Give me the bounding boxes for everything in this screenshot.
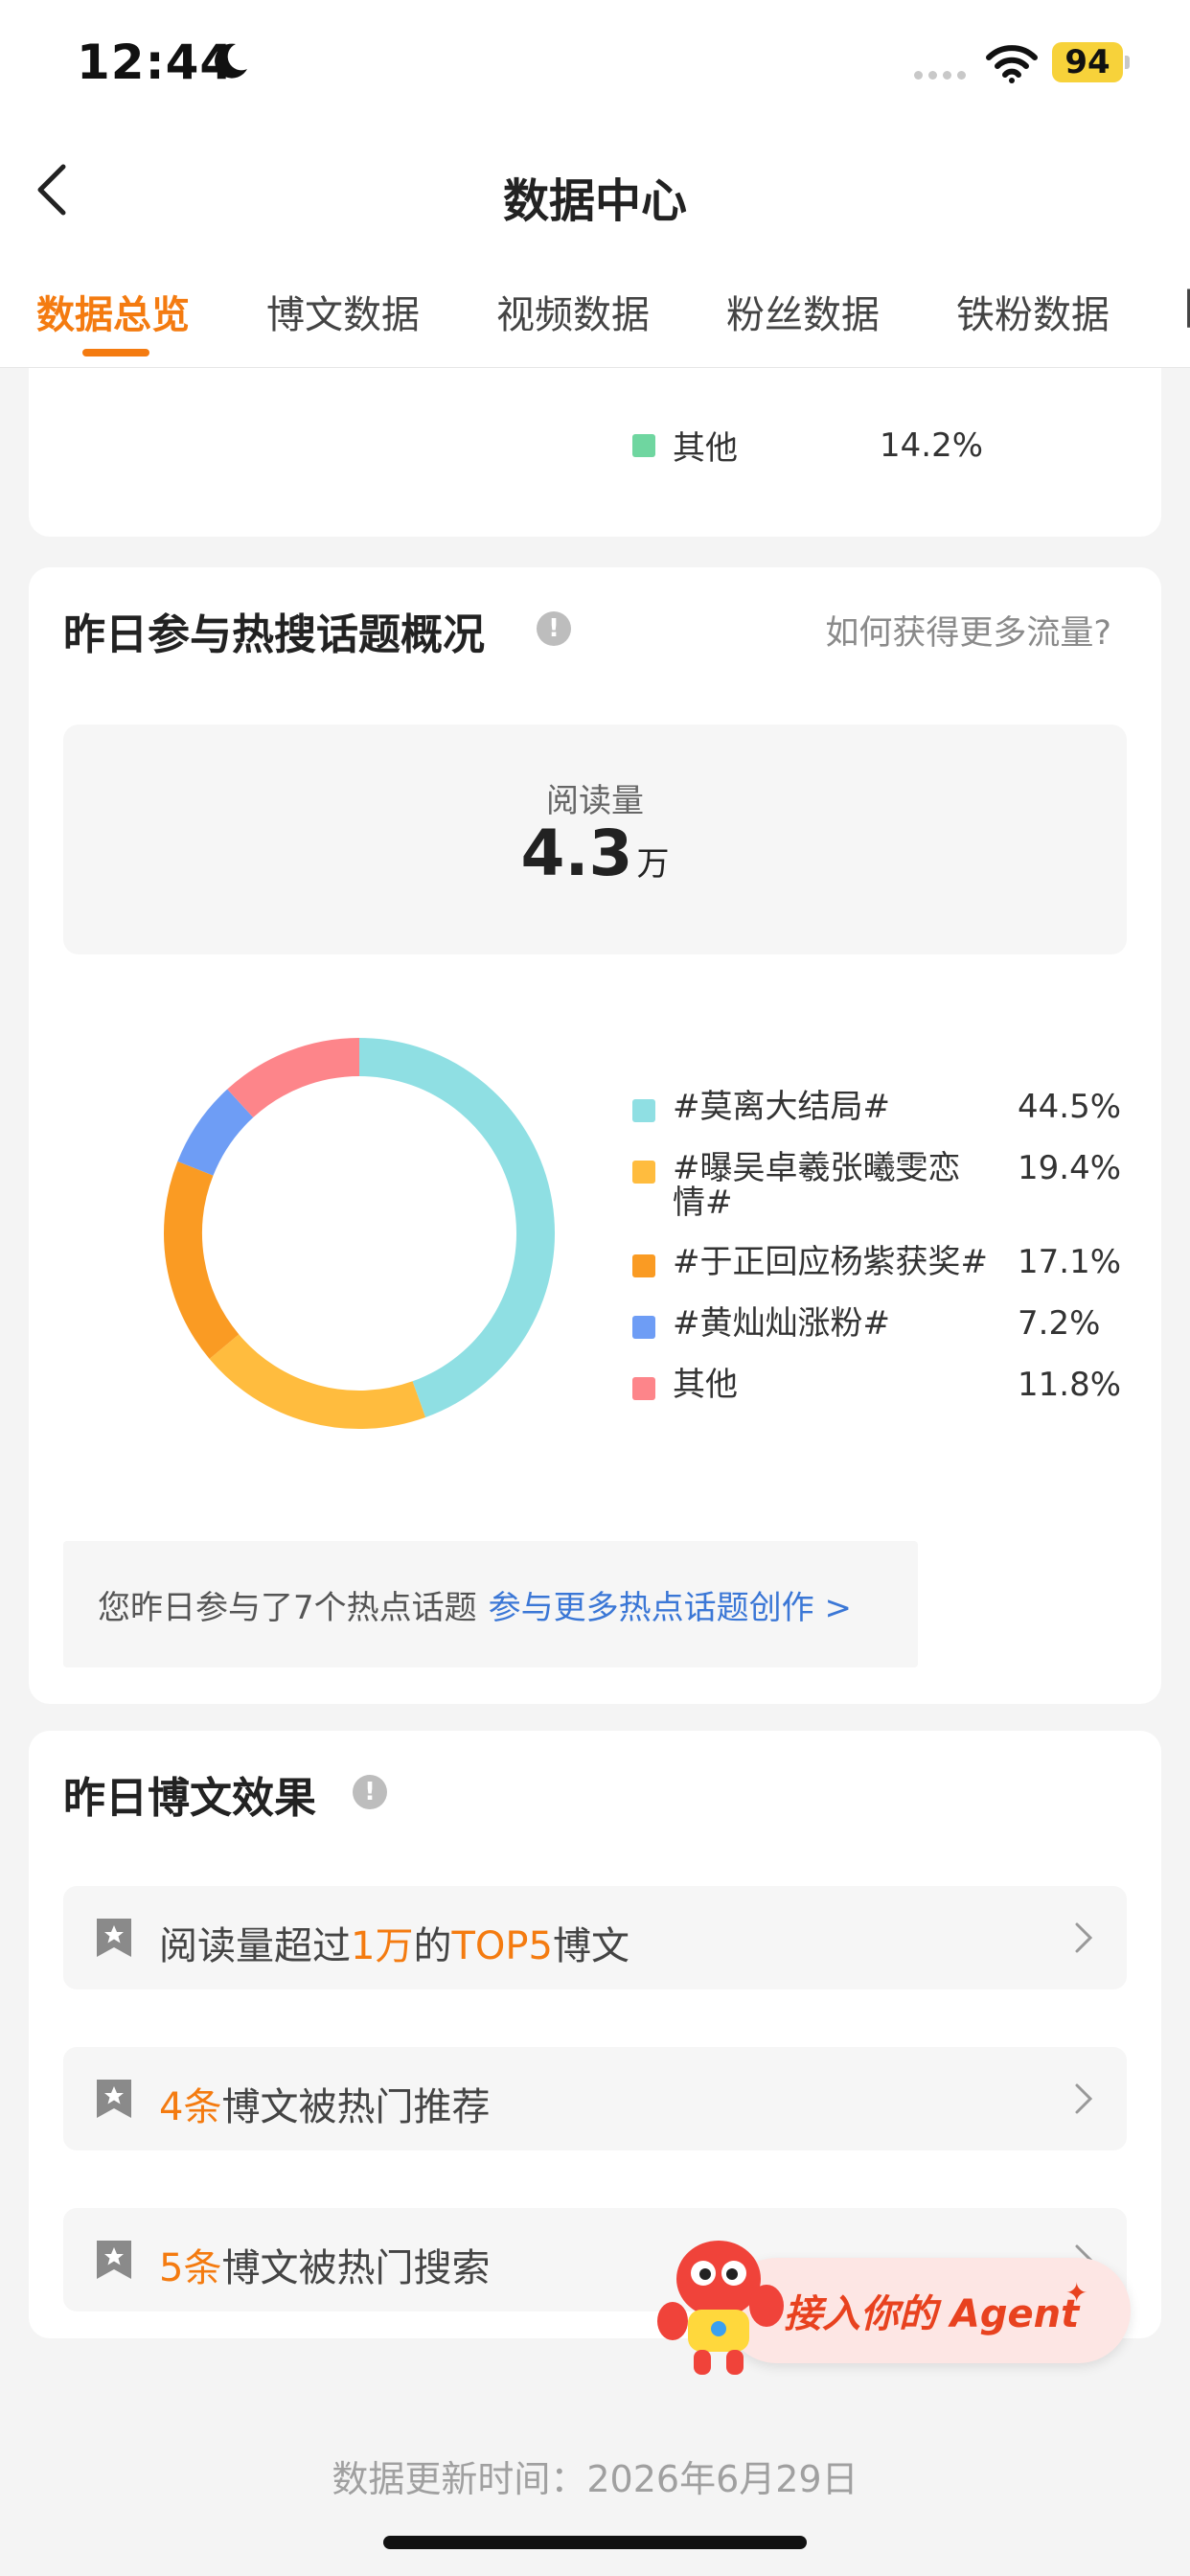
chevron-right-icon [1075, 1922, 1093, 1953]
legend-label: #黄灿灿涨粉# [673, 1306, 1018, 1341]
legend-label: #曝吴卓羲张曦雯恋 情# [673, 1151, 1018, 1220]
home-indicator [383, 2536, 807, 2549]
sparkle-icon: ✦ [1065, 2277, 1088, 2309]
donut-slice-5 [227, 1038, 360, 1118]
legend-swatch [632, 1099, 655, 1122]
legend-value: 19.4% [1018, 1149, 1122, 1187]
nav-header: 数据中心 [0, 125, 1190, 249]
info-icon[interactable]: ! [537, 611, 571, 646]
tab-post-data[interactable]: 博文数据 [266, 284, 420, 339]
legend-item-other: 其他 14.2% [632, 422, 983, 469]
text-part: 的 [413, 1924, 452, 1968]
moon-icon [215, 43, 247, 79]
post-effect-title: 昨日博文效果 [63, 1774, 316, 1823]
status-bar: 12:44 94 [0, 0, 1190, 125]
highlight-value: TOP5 [451, 1924, 553, 1968]
legend-label-line: #曝吴卓羲张曦雯恋 [673, 1149, 961, 1187]
highlight-value: 4条 [159, 2085, 222, 2129]
legend-value: 7.2% [1018, 1304, 1101, 1343]
text-part: 博文被热门搜索 [221, 2246, 491, 2290]
donut-slice-3 [164, 1161, 240, 1360]
battery-tip [1125, 56, 1130, 69]
legend-value: 14.2% [880, 426, 984, 465]
bookmark-star-icon [97, 2080, 131, 2118]
legend-swatch [632, 1254, 655, 1277]
post-effect-card: 昨日博文效果 ! 阅读量超过1万的TOP5博文 4条博文被热门推荐 5条博文被热… [29, 1731, 1161, 2338]
legend-label-line: #于正回应杨紫获奖# [673, 1243, 988, 1281]
hint-message: 您昨日参与了7个热点话题 [98, 1589, 477, 1627]
legend-label: #于正回应杨紫获奖# [673, 1245, 1018, 1279]
legend-label-line: #莫离大结局# [673, 1088, 890, 1126]
effect-item-text: 5条博文被热门搜索 [159, 2237, 490, 2292]
legend-value: 17.1% [1018, 1243, 1122, 1281]
legend-label-line: 情# [673, 1184, 733, 1222]
tab-overflow-partial[interactable]: | [1182, 284, 1190, 328]
effect-item-top5[interactable]: 阅读量超过1万的TOP5博文 [63, 1886, 1127, 1990]
hot-topics-card: 昨日参与热搜话题概况 ! 如何获得更多流量? 阅读量 4.3 万 #莫离大结局# 4… [29, 567, 1161, 1704]
legend-value: 44.5% [1018, 1088, 1122, 1126]
text-part: 阅读量超过 [159, 1924, 351, 1968]
read-count-number: 4.3 [520, 816, 633, 890]
tab-fans-data[interactable]: 粉丝数据 [726, 284, 880, 339]
bookmark-star-icon [97, 2241, 131, 2279]
read-count-unit: 万 [636, 845, 670, 884]
effect-item-text: 4条博文被热门推荐 [159, 2076, 490, 2131]
effect-item-text: 阅读量超过1万的TOP5博文 [159, 1915, 629, 1970]
legend-swatch [632, 433, 655, 457]
legend-label-line: 其他 [673, 1366, 738, 1404]
legend-label-line: #黄灿灿涨粉# [673, 1304, 890, 1343]
legend-swatch [632, 1161, 655, 1184]
battery-indicator: 94 [1052, 42, 1123, 82]
bookmark-star-icon [97, 1919, 131, 1957]
effect-item-hot-recommended[interactable]: 4条博文被热门推荐 [63, 2047, 1127, 2150]
legend-item-4: #黄灿灿涨粉# 7.2% [632, 1306, 1100, 1341]
mascot-icon[interactable] [650, 2229, 793, 2382]
tab-bar: 数据总览 博文数据 视频数据 粉丝数据 铁粉数据 | [0, 249, 1190, 368]
data-update-time: 数据更新时间：2026年6月29日 [332, 2458, 858, 2500]
info-icon[interactable]: ! [353, 1775, 387, 1809]
legend-swatch [632, 1377, 655, 1400]
legend-item-5: 其他 11.8% [632, 1368, 1121, 1402]
legend-label: 其他 [673, 1368, 1018, 1402]
text-part: 博文 [552, 1924, 629, 1968]
donut-slice-2 [209, 1334, 426, 1429]
legend-swatch [632, 1316, 655, 1339]
donut-slice-1 [358, 1038, 555, 1417]
wifi-icon [986, 45, 1038, 83]
legend-item-1: #莫离大结局# 44.5% [632, 1090, 1121, 1124]
cellular-signal-icon [914, 71, 966, 80]
highlight-value: 1万 [351, 1924, 414, 1968]
previous-card-tail: 其他 14.2% [29, 368, 1161, 537]
chevron-right-icon [1075, 2083, 1093, 2114]
legend-label: #莫离大结局# [673, 1090, 1018, 1124]
hint-box: 您昨日参与了7个热点话题 参与更多热点话题创作 > [63, 1541, 918, 1668]
active-tab-indicator [82, 349, 149, 356]
legend-value: 11.8% [1018, 1366, 1122, 1404]
hot-topics-title: 昨日参与热搜话题概况 [63, 610, 485, 659]
tab-overview[interactable]: 数据总览 [36, 284, 190, 339]
read-count-value: 4.3 万 [63, 816, 1127, 890]
read-count-label: 阅读量 [546, 782, 644, 820]
tab-iron-fans-data[interactable]: 铁粉数据 [956, 284, 1110, 339]
more-traffic-link[interactable]: 如何获得更多流量? [825, 606, 1111, 655]
topics-donut-chart [164, 1038, 555, 1429]
donut-slice-4 [177, 1089, 254, 1177]
legend-item-3: #于正回应杨紫获奖# 17.1% [632, 1245, 1121, 1279]
legend-label: 其他 [673, 429, 738, 468]
join-more-topics-link[interactable]: 参与更多热点话题创作 > [489, 1589, 852, 1627]
highlight-value: 5条 [159, 2246, 222, 2290]
page-title: 数据中心 [502, 174, 687, 228]
tab-video-data[interactable]: 视频数据 [496, 284, 650, 339]
legend-item-2: #曝吴卓羲张曦雯恋 情# 19.4% [632, 1151, 1121, 1220]
text-part: 博文被热门推荐 [221, 2085, 491, 2129]
hint-text: 您昨日参与了7个热点话题 参与更多热点话题创作 > [98, 1581, 852, 1628]
read-count-box: 阅读量 4.3 万 [63, 724, 1127, 954]
agent-button-label: 接入你的 Agent [784, 2292, 1080, 2336]
